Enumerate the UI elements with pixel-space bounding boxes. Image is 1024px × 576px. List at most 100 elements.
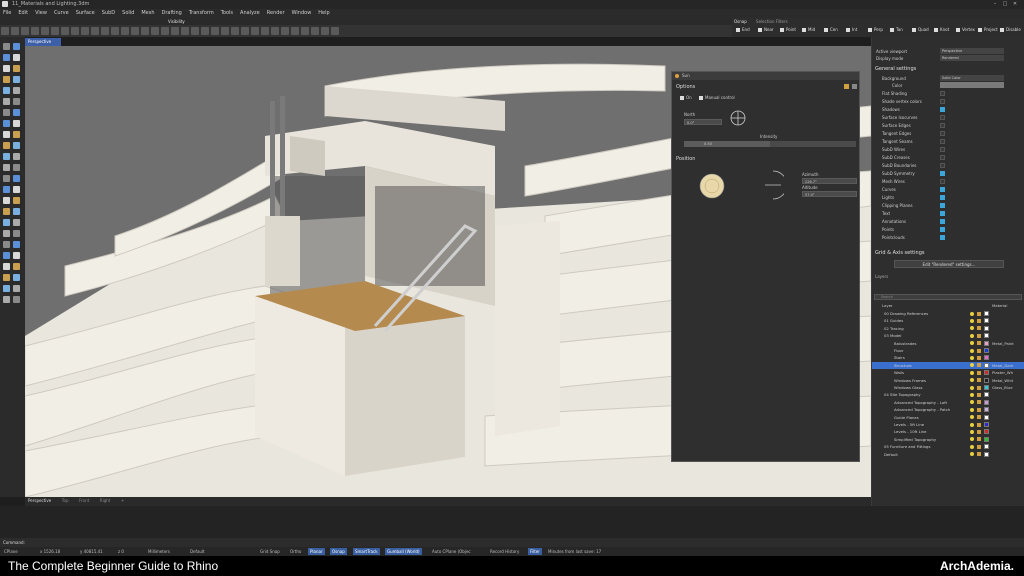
- left-tool-icon[interactable]: [13, 175, 20, 182]
- grid-axis-settings-header[interactable]: Grid & Axis settings: [875, 250, 924, 256]
- layer-row[interactable]: Structure Metal_Dark: [872, 361, 1024, 369]
- status-layer[interactable]: Default: [190, 548, 205, 555]
- minimize-button[interactable]: –: [990, 1, 1000, 7]
- altitude-dial[interactable]: [762, 168, 784, 202]
- layer-color-swatch[interactable]: [984, 385, 989, 390]
- display-option-checkbox[interactable]: [940, 235, 945, 240]
- menu-help[interactable]: Help: [318, 10, 329, 16]
- menu-render[interactable]: Render: [267, 10, 285, 16]
- left-tool-icon[interactable]: [13, 241, 20, 248]
- visibility-bulb-icon[interactable]: [970, 415, 974, 420]
- display-option-checkbox[interactable]: [940, 203, 945, 208]
- layer-row[interactable]: Windows Frames Metal_Whit: [872, 377, 1024, 384]
- display-option-checkbox[interactable]: [940, 147, 945, 152]
- left-tool-icon[interactable]: [13, 197, 20, 204]
- tab-selection-filters[interactable]: Selection Filters: [756, 19, 788, 24]
- osnap-checkbox[interactable]: [912, 28, 916, 32]
- visibility-bulb-icon[interactable]: [970, 370, 974, 375]
- osnap-checkbox[interactable]: [890, 28, 894, 32]
- left-tool-icon[interactable]: [3, 76, 10, 83]
- layer-row[interactable]: 01 Guides: [872, 317, 1024, 324]
- layer-color-swatch[interactable]: [984, 377, 989, 383]
- toolbar-tool-icon[interactable]: [301, 27, 309, 35]
- layer-color-swatch[interactable]: [984, 451, 989, 457]
- options-section-label[interactable]: Options: [676, 84, 695, 90]
- lock-icon[interactable]: [977, 363, 981, 368]
- visibility-bulb-icon[interactable]: [970, 444, 974, 449]
- osnap-checkbox[interactable]: [780, 28, 784, 32]
- left-tool-icon[interactable]: [3, 197, 10, 204]
- osnap-point[interactable]: Point: [780, 27, 796, 32]
- toolbar-tool-icon[interactable]: [151, 27, 159, 35]
- visibility-bulb-icon[interactable]: [970, 341, 974, 346]
- left-tool-icon[interactable]: [13, 131, 20, 138]
- visibility-bulb-icon[interactable]: [970, 385, 974, 390]
- sun-position-dial[interactable]: [696, 170, 728, 202]
- layer-color-swatch[interactable]: [984, 399, 989, 405]
- left-tool-icon[interactable]: [3, 120, 10, 127]
- lock-icon[interactable]: [977, 407, 981, 412]
- toolbar-tool-icon[interactable]: [201, 27, 209, 35]
- menu-solid[interactable]: Solid: [122, 10, 134, 16]
- maximize-button[interactable]: □: [1000, 1, 1010, 7]
- visibility-bulb-icon[interactable]: [970, 333, 974, 338]
- lock-icon[interactable]: [977, 415, 981, 420]
- save-icon[interactable]: [852, 84, 857, 89]
- toolbar-tool-icon[interactable]: [21, 27, 29, 35]
- display-option-checkbox[interactable]: [940, 115, 945, 120]
- azimuth-field[interactable]: 226.7°: [802, 178, 857, 184]
- visibility-bulb-icon[interactable]: [970, 378, 974, 383]
- lock-icon[interactable]: [977, 311, 981, 316]
- visibility-bulb-icon[interactable]: [970, 355, 974, 360]
- display-option-checkbox[interactable]: [940, 155, 945, 160]
- intensity-slider[interactable]: 0.50: [684, 141, 856, 147]
- left-tool-icon[interactable]: [13, 274, 20, 281]
- osnap-knot[interactable]: Knot: [934, 27, 949, 32]
- toolbar-tool-icon[interactable]: [291, 27, 299, 35]
- left-tool-icon[interactable]: [3, 208, 10, 215]
- left-tool-icon[interactable]: [3, 230, 10, 237]
- toolbar-tool-icon[interactable]: [51, 27, 59, 35]
- display-option-checkbox[interactable]: [940, 179, 945, 184]
- left-tool-icon[interactable]: [3, 219, 10, 226]
- lock-icon[interactable]: [977, 378, 981, 383]
- osnap-checkbox[interactable]: [934, 28, 938, 32]
- planar-toggle[interactable]: Planar: [308, 548, 325, 555]
- auto-cplane-toggle[interactable]: Auto CPlane (Objec: [432, 548, 471, 555]
- toolbar-tool-icon[interactable]: [131, 27, 139, 35]
- layer-row[interactable]: Advanced Topography - Loft: [872, 399, 1024, 406]
- layer-color-swatch[interactable]: [984, 444, 989, 450]
- layer-color-swatch[interactable]: [984, 325, 989, 331]
- toolbar-tool-icon[interactable]: [191, 27, 199, 35]
- left-tool-icon[interactable]: [13, 120, 20, 127]
- toolbar-tool-icon[interactable]: [81, 27, 89, 35]
- left-tool-icon[interactable]: [13, 76, 20, 83]
- osnap-vertex[interactable]: Vertex: [956, 27, 975, 32]
- display-mode-select[interactable]: Rendered: [940, 55, 1004, 61]
- visibility-bulb-icon[interactable]: [970, 400, 974, 405]
- general-settings-header[interactable]: General settings: [875, 66, 916, 72]
- tab-right[interactable]: Right: [100, 498, 111, 503]
- layer-color-swatch[interactable]: [984, 436, 989, 442]
- command-line[interactable]: Command:: [0, 538, 1024, 547]
- layer-row[interactable]: Levels - 5ft Line: [872, 421, 1024, 428]
- lock-icon[interactable]: [977, 422, 981, 427]
- lock-icon[interactable]: [977, 348, 981, 353]
- left-tool-icon[interactable]: [3, 65, 10, 72]
- osnap-checkbox[interactable]: [868, 28, 872, 32]
- layer-row[interactable]: 05 Furniture and Fittings: [872, 443, 1024, 450]
- toolbar-tool-icon[interactable]: [61, 27, 69, 35]
- left-tool-icon[interactable]: [13, 186, 20, 193]
- sun-dialog[interactable]: Sun Options On Manual control North 0.0°…: [671, 71, 860, 462]
- grid-snap-toggle[interactable]: Grid Snap: [260, 548, 280, 555]
- tab-osnap[interactable]: Osnap: [734, 19, 747, 24]
- layer-row[interactable]: Windows Glass Glass_Blue: [872, 384, 1024, 391]
- layer-material[interactable]: Plaster_Wh: [992, 369, 1013, 376]
- layer-row[interactable]: Simplified Topography: [872, 436, 1024, 443]
- toolbar-tool-icon[interactable]: [311, 27, 319, 35]
- menu-file[interactable]: File: [3, 10, 11, 16]
- background-select[interactable]: Solid Color: [940, 75, 1004, 81]
- toolbar-tool-icon[interactable]: [161, 27, 169, 35]
- toolbar-tool-icon[interactable]: [271, 27, 279, 35]
- position-section-label[interactable]: Position: [676, 156, 695, 162]
